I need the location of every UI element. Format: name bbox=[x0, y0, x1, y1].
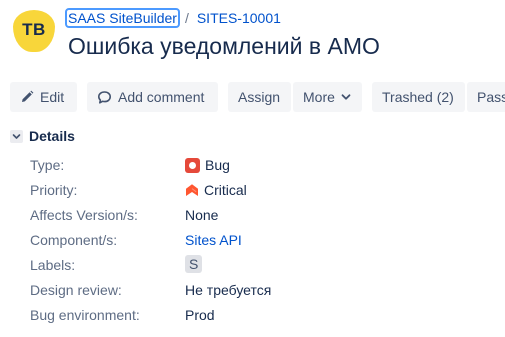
type-label: Type: bbox=[30, 157, 65, 173]
more-button[interactable]: More bbox=[293, 82, 362, 112]
pass-button[interactable]: Pass bbox=[467, 82, 505, 112]
issue-title[interactable]: Ошибка уведомлений в АМО bbox=[68, 33, 380, 60]
trashed-button-label: Trashed (2) bbox=[382, 89, 454, 105]
type-value-text: Bug bbox=[205, 157, 230, 173]
chevron-down-icon bbox=[341, 92, 351, 102]
affects-version-value[interactable]: None bbox=[185, 206, 218, 224]
label-chip[interactable]: S bbox=[185, 255, 203, 273]
assign-button[interactable]: Assign bbox=[228, 82, 291, 112]
bug-environment-label: Bug environment: bbox=[30, 307, 140, 323]
priority-value-text: Critical bbox=[204, 182, 247, 198]
details-section-header[interactable]: Details bbox=[10, 128, 75, 144]
details-heading: Details bbox=[29, 128, 75, 144]
design-review-value[interactable]: Не требуется bbox=[185, 281, 271, 299]
edit-button[interactable]: Edit bbox=[10, 82, 77, 112]
trashed-button[interactable]: Trashed (2) bbox=[372, 82, 465, 112]
breadcrumb: SAAS SiteBuilder / SITES-10001 bbox=[65, 8, 281, 28]
edit-button-label: Edit bbox=[40, 89, 65, 105]
labels-label: Labels: bbox=[30, 257, 76, 273]
breadcrumb-project-link[interactable]: SAAS SiteBuilder bbox=[65, 8, 180, 28]
issue-toolbar: Edit Add comment Assign More Trashed (2)… bbox=[10, 82, 505, 112]
pass-button-label: Pass bbox=[477, 89, 505, 105]
bug-icon bbox=[185, 157, 200, 173]
breadcrumb-separator: / bbox=[184, 10, 189, 26]
critical-priority-icon bbox=[185, 183, 199, 197]
add-comment-button[interactable]: Add comment bbox=[87, 82, 218, 112]
bug-environment-value[interactable]: Prod bbox=[185, 306, 215, 324]
design-review-label: Design review: bbox=[30, 282, 122, 298]
more-button-label: More bbox=[303, 89, 335, 105]
affects-version-label: Affects Version/s: bbox=[30, 207, 138, 223]
components-link[interactable]: Sites API bbox=[185, 231, 242, 249]
project-avatar[interactable]: TB bbox=[13, 10, 55, 52]
priority-value[interactable]: Critical bbox=[185, 181, 247, 199]
comment-icon bbox=[97, 90, 112, 105]
pencil-icon bbox=[20, 90, 34, 104]
type-value[interactable]: Bug bbox=[185, 156, 230, 174]
priority-label: Priority: bbox=[30, 182, 78, 198]
labels-value: S bbox=[185, 255, 203, 273]
components-label: Component/s: bbox=[30, 232, 118, 248]
add-comment-button-label: Add comment bbox=[118, 89, 205, 105]
assign-button-label: Assign bbox=[238, 89, 281, 105]
chevron-down-icon[interactable] bbox=[10, 129, 23, 143]
breadcrumb-issue-key-link[interactable]: SITES-10001 bbox=[197, 9, 281, 27]
